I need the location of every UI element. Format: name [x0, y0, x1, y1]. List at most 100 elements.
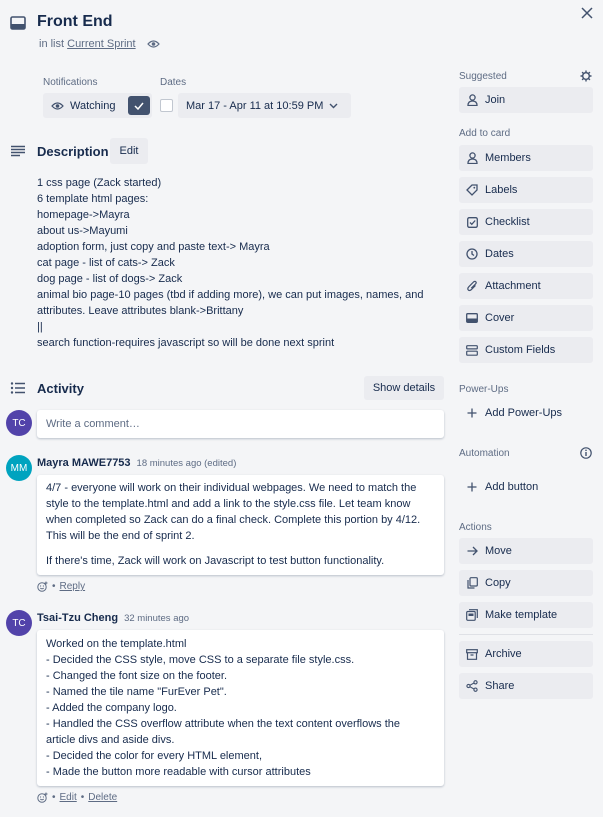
make-template-button[interactable]: Make template	[459, 602, 593, 628]
description-line: dog page - list of dogs-> Zack	[37, 273, 183, 285]
cover-button[interactable]: Cover	[459, 305, 593, 331]
chevron-down-icon	[329, 103, 338, 109]
description-icon	[9, 143, 27, 159]
archive-button[interactable]: Archive	[459, 641, 593, 667]
list-link[interactable]: Current Sprint	[67, 38, 135, 50]
labels-button[interactable]: Labels	[459, 177, 593, 203]
comment-line	[46, 544, 435, 553]
comment-body: Worked on the template.html - Decided th…	[37, 630, 444, 786]
description-edit-button[interactable]: Edit	[110, 138, 148, 164]
check-icon	[128, 96, 150, 115]
comment-author[interactable]: Tsai-Tzu Cheng	[37, 612, 118, 624]
comment-time[interactable]: 18 minutes ago (edited)	[137, 458, 237, 469]
copy-button[interactable]: Copy	[459, 570, 593, 596]
avatar-initials: MM	[10, 462, 28, 474]
person-icon	[459, 94, 485, 106]
person-icon	[459, 152, 485, 164]
comment-actions: • Reply	[37, 581, 85, 592]
edit-link[interactable]: Edit	[60, 792, 77, 803]
attachment-label: Attachment	[485, 280, 541, 292]
add-power-ups-label: Add Power-Ups	[485, 407, 563, 419]
share-label: Share	[485, 680, 515, 692]
custom-fields-button[interactable]: Custom Fields	[459, 337, 593, 363]
copy-label: Copy	[485, 577, 511, 589]
edit-label: Edit	[119, 145, 139, 157]
delete-link[interactable]: Delete	[88, 792, 117, 803]
paperclip-icon	[459, 280, 485, 292]
join-label: Join	[485, 94, 506, 106]
add-button-button[interactable]: Add button	[459, 474, 593, 500]
date-checkbox[interactable]	[160, 99, 173, 112]
comment-author[interactable]: Mayra MAWE7753	[37, 457, 131, 469]
comment-line: - Named the tile name "FurEver Pet".	[46, 686, 227, 698]
close-icon[interactable]	[578, 4, 596, 22]
comment-placeholder: Write a comment…	[46, 418, 140, 430]
automation-heading: Automation	[459, 448, 510, 459]
comment-line: - Decided the color for every HTML eleme…	[46, 750, 263, 762]
comment-line: style to the template.html and add a lin…	[46, 498, 411, 510]
comment-line: - Handled the CSS overflow attribute whe…	[46, 718, 401, 730]
join-button[interactable]: Join	[459, 87, 593, 113]
card-icon	[9, 14, 27, 32]
tag-icon	[459, 184, 485, 196]
show-details-button[interactable]: Show details	[364, 376, 444, 400]
separator-dot: •	[52, 581, 56, 592]
checklist-icon	[459, 216, 485, 228]
activity-title: Activity	[37, 381, 84, 396]
members-button[interactable]: Members	[459, 145, 593, 171]
description-body[interactable]: 1 css page (Zack started) 6 template htm…	[37, 175, 437, 351]
comment-line: This will be the end of sprint 2.	[46, 530, 195, 542]
add-power-ups-button[interactable]: Add Power-Ups	[459, 400, 593, 426]
checklist-button[interactable]: Checklist	[459, 209, 593, 235]
comment-line: - Added the company logo.	[46, 702, 177, 714]
dates-button[interactable]: Mar 17 - Apr 11 at 10:59 PM	[178, 93, 351, 118]
members-label: Members	[485, 152, 531, 164]
avatar-initials: TC	[12, 417, 26, 429]
make-template-label: Make template	[485, 609, 558, 621]
actions-heading: Actions	[459, 522, 492, 533]
avatar[interactable]: MM	[6, 455, 32, 481]
custom-fields-label: Custom Fields	[485, 344, 556, 356]
in-list-prefix: in list	[39, 38, 65, 50]
clock-icon	[459, 248, 485, 260]
comment-line: - Decided the CSS style, move CSS to a s…	[46, 654, 355, 666]
checklist-label: Checklist	[485, 216, 530, 228]
dates-sidebar-label: Dates	[485, 248, 514, 260]
description-line: cat page - list of cats-> Zack	[37, 257, 175, 269]
divider	[459, 634, 593, 635]
cover-icon	[459, 313, 485, 323]
comment-line: - Made the button more readable with cur…	[46, 766, 311, 778]
move-label: Move	[485, 545, 512, 557]
avatar[interactable]: TC	[6, 410, 32, 436]
description-line: animal bio page-10 pages (tbd if adding …	[37, 289, 424, 301]
description-line: adoption form, just copy and paste text-…	[37, 241, 270, 253]
comment-line: 4/7 - everyone will work on their indivi…	[46, 482, 417, 494]
share-button[interactable]: Share	[459, 673, 593, 699]
archive-label: Archive	[485, 648, 522, 660]
labels-label: Labels	[485, 184, 518, 196]
cover-label: Cover	[485, 312, 515, 324]
description-line: 6 template html pages:	[37, 193, 149, 205]
emoji-icon[interactable]	[37, 792, 48, 803]
comment-input[interactable]: Write a comment…	[37, 410, 444, 438]
emoji-icon[interactable]	[37, 581, 48, 592]
gear-icon[interactable]	[578, 68, 593, 83]
card-title[interactable]: Front End	[37, 13, 113, 31]
description-line: 1 css page (Zack started)	[37, 177, 162, 189]
dates-sidebar-button[interactable]: Dates	[459, 241, 593, 267]
comment-header: Tsai-Tzu Cheng 32 minutes ago	[37, 612, 189, 624]
notifications-label: Notifications	[43, 77, 98, 88]
comment-line: Worked on the template.html	[46, 638, 187, 650]
watching-button[interactable]: Watching	[43, 93, 152, 118]
comment-line: - Changed the font size on the footer.	[46, 670, 228, 682]
attachment-button[interactable]: Attachment	[459, 273, 593, 299]
reply-link[interactable]: Reply	[60, 581, 86, 592]
add-button-label: Add button	[485, 481, 539, 493]
plus-icon	[459, 408, 485, 418]
in-list-line: in list Current Sprint	[39, 38, 136, 50]
avatar[interactable]: TC	[6, 610, 32, 636]
info-icon[interactable]	[578, 445, 593, 460]
move-button[interactable]: Move	[459, 538, 593, 564]
comment-time[interactable]: 32 minutes ago	[124, 613, 189, 624]
eye-icon	[51, 101, 64, 111]
